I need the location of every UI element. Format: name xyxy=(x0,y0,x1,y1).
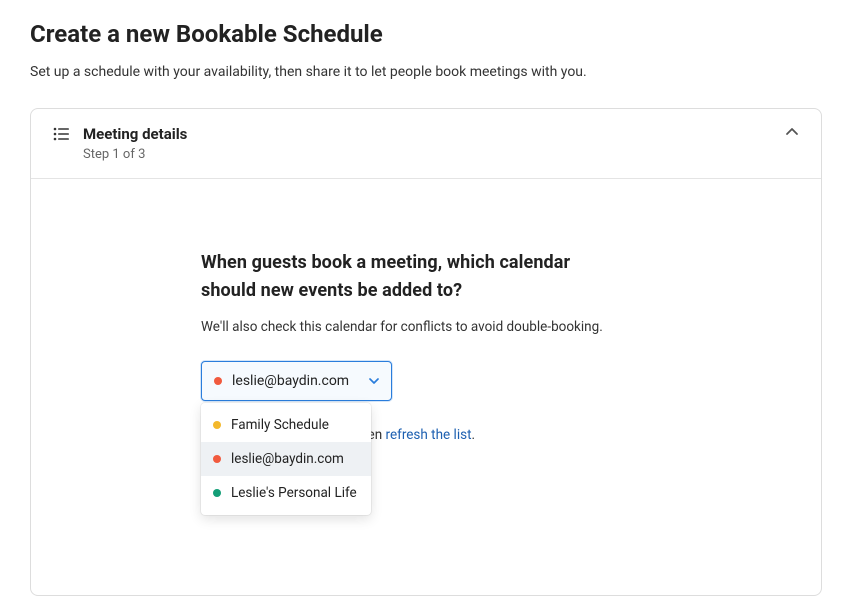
calendar-option-label: Leslie's Personal Life xyxy=(231,485,357,501)
calendar-color-dot xyxy=(213,421,221,429)
calendar-question: When guests book a meeting, which calend… xyxy=(201,249,621,305)
page-title: Create a new Bookable Schedule xyxy=(30,20,822,48)
calendar-option-label: Family Schedule xyxy=(231,417,329,433)
refresh-list-link[interactable]: refresh the list xyxy=(386,427,472,443)
calendar-option[interactable]: leslie@baydin.com xyxy=(201,442,371,476)
card-header[interactable]: Meeting details Step 1 of 3 xyxy=(31,109,821,179)
calendar-dropdown: Family Schedule leslie@baydin.com Leslie… xyxy=(201,403,371,515)
chevron-up-icon xyxy=(785,125,799,139)
calendar-hint: We'll also check this calendar for confl… xyxy=(201,319,651,335)
list-icon xyxy=(53,127,69,141)
calendar-color-dot xyxy=(213,489,221,497)
calendar-color-dot xyxy=(213,455,221,463)
caret-down-icon xyxy=(369,378,379,384)
meeting-details-card: Meeting details Step 1 of 3 When guests … xyxy=(30,108,822,596)
page-subtitle: Set up a schedule with your availability… xyxy=(30,64,822,80)
calendar-option-label: leslie@baydin.com xyxy=(231,451,344,467)
card-body: When guests book a meeting, which calend… xyxy=(31,179,821,595)
calendar-select[interactable]: leslie@baydin.com xyxy=(201,361,392,401)
calendar-color-dot xyxy=(214,377,222,385)
calendar-option[interactable]: Leslie's Personal Life xyxy=(201,476,371,510)
calendar-option[interactable]: Family Schedule xyxy=(201,408,371,442)
section-title: Meeting details xyxy=(83,125,799,143)
calendar-select-value: leslie@baydin.com xyxy=(232,373,349,389)
section-step: Step 1 of 3 xyxy=(83,147,799,162)
